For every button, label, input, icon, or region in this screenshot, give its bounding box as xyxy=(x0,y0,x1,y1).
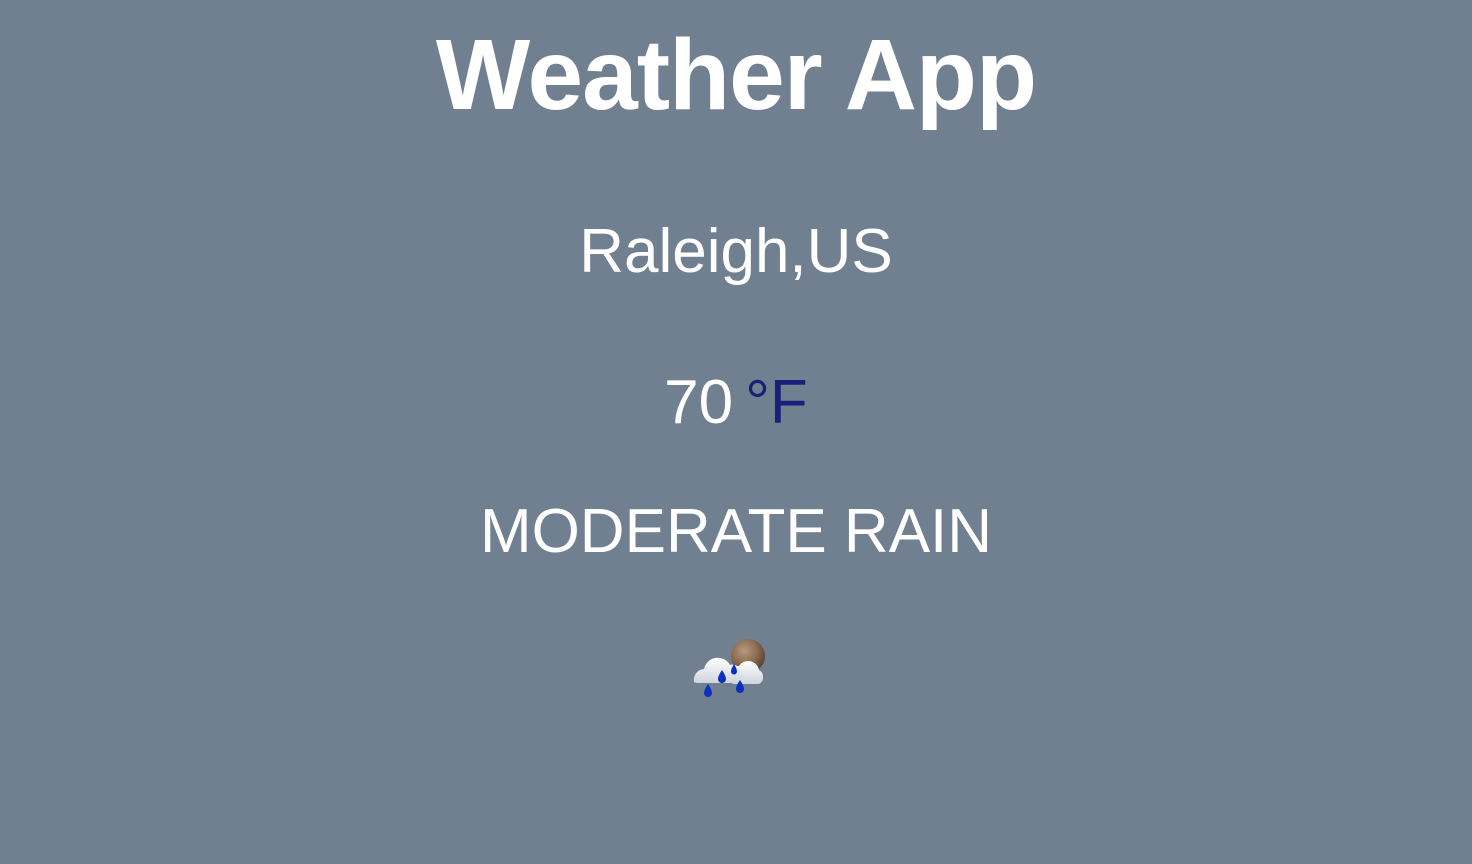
temperature-display: 70 °F xyxy=(0,363,1472,443)
rain-moon-icon xyxy=(686,632,772,698)
weather-app: Weather App Raleigh,US 70 °F MODERATE RAI… xyxy=(0,0,1472,864)
app-title: Weather App xyxy=(435,19,1037,131)
temperature-value: 70 xyxy=(664,368,734,437)
weather-condition: MODERATE RAIN xyxy=(479,497,993,566)
location-label: Raleigh,US xyxy=(579,217,893,286)
temperature-unit-toggle[interactable]: °F xyxy=(745,368,808,437)
